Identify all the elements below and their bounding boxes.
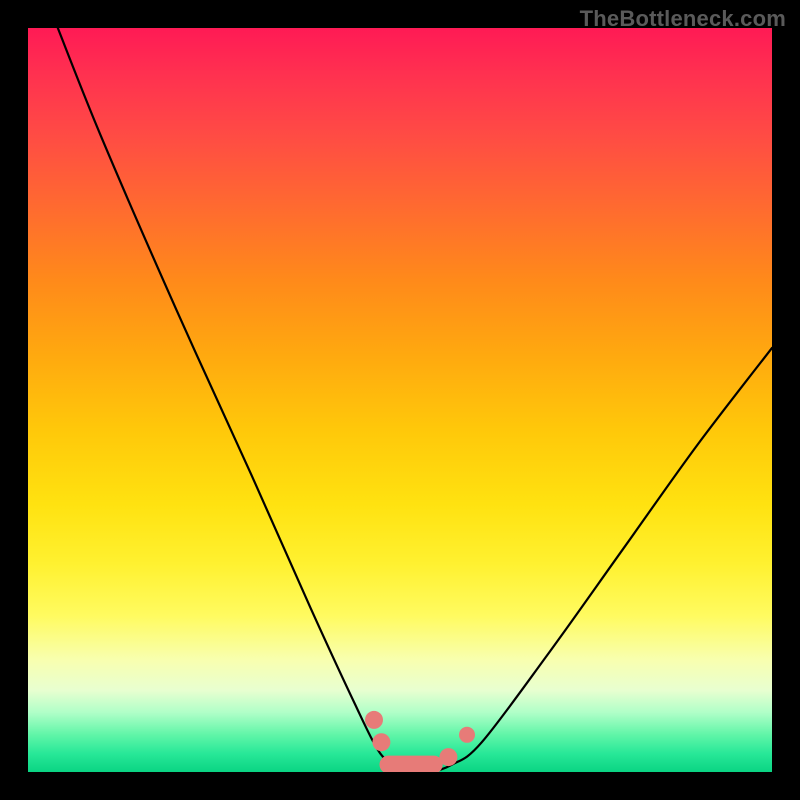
bottleneck-curve <box>58 28 772 772</box>
dot-right-lower <box>439 748 457 766</box>
curve-overlay <box>28 28 772 772</box>
dot-right-upper <box>459 727 475 743</box>
pill-bottom <box>380 756 443 772</box>
figure-frame: TheBottleneck.com <box>0 0 800 800</box>
dot-left-upper <box>365 711 383 729</box>
dot-left-lower <box>372 733 390 751</box>
gradient-plot-area <box>28 28 772 772</box>
curve-markers <box>365 711 475 772</box>
